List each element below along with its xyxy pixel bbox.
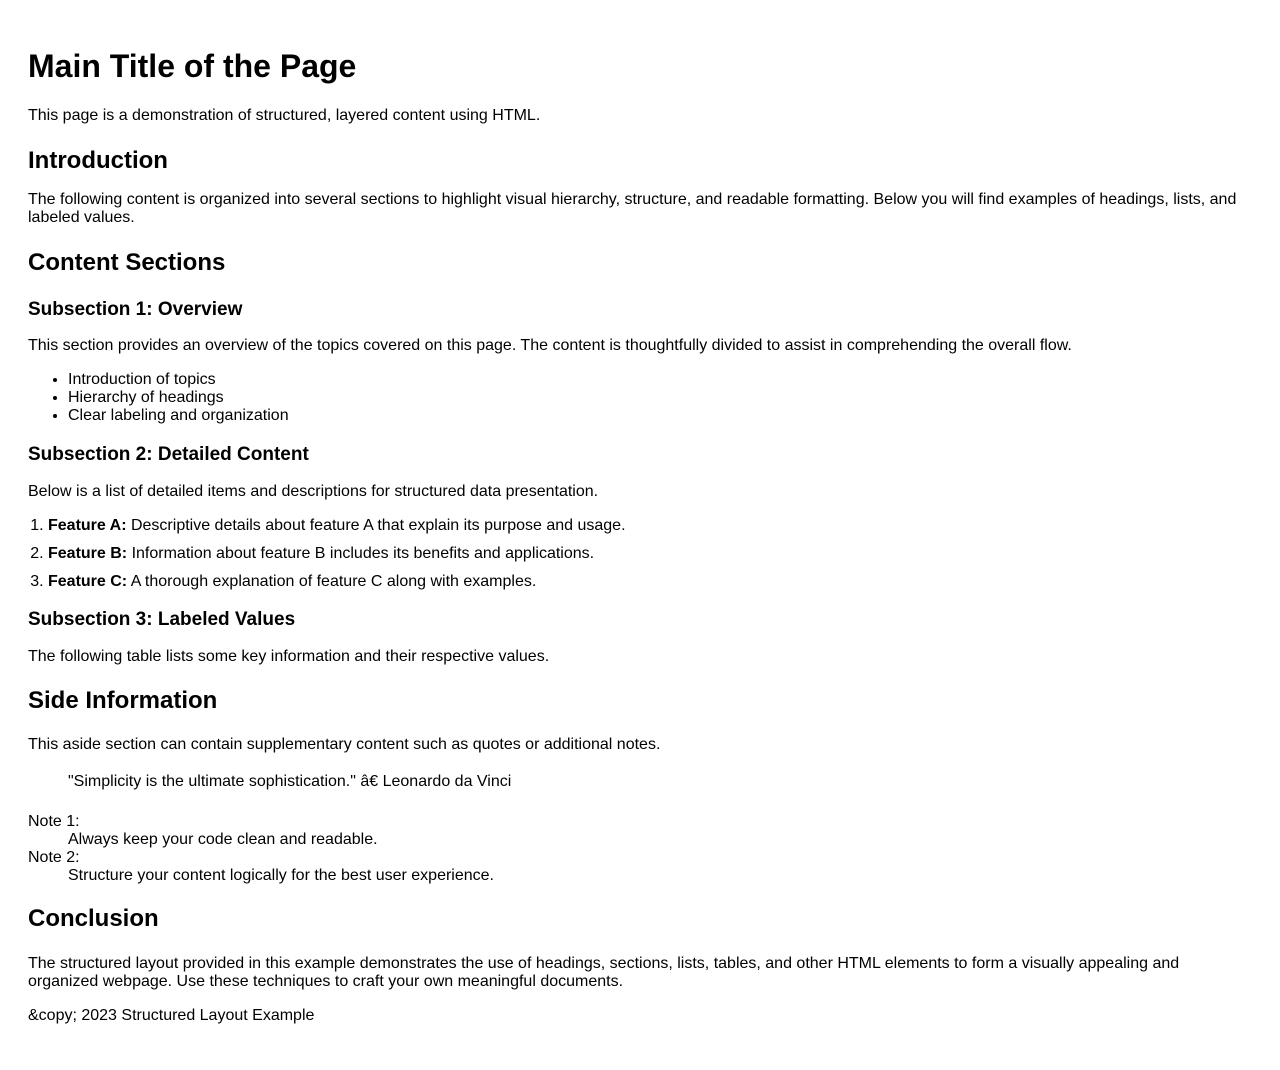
feature-text: Descriptive details about feature A that… xyxy=(126,517,626,534)
conclusion-section: Conclusion The structured layout provide… xyxy=(28,905,1252,991)
feature-label: Feature A: xyxy=(48,517,127,534)
subsection-labeled-values: Subsection 3: Labeled Values The followi… xyxy=(28,609,1252,666)
list-item: Clear labeling and organization xyxy=(68,407,1252,425)
side-information-text: This aside section can contain supplemen… xyxy=(28,736,661,753)
feature-item: Feature B: Information about feature B i… xyxy=(48,545,1252,563)
page-subtitle: This page is a demonstration of structur… xyxy=(28,107,541,124)
note-term: Note 1: xyxy=(28,813,80,830)
subsection-overview-text: This section provides an overview of the… xyxy=(28,337,1072,354)
subsection-overview: Subsection 1: Overview This section prov… xyxy=(28,299,1252,425)
subsection-labeled-values-heading: Subsection 3: Labeled Values xyxy=(28,609,296,630)
footer-text: &copy; 2023 Structured Layout Example xyxy=(28,1007,315,1024)
conclusion-text: The structured layout provided in this e… xyxy=(28,955,1180,990)
side-information-heading: Side Information xyxy=(28,687,218,714)
feature-list: Feature A: Descriptive details about fea… xyxy=(28,517,1252,591)
page-title: Main Title of the Page xyxy=(28,48,357,84)
feature-item: Feature C: A thorough explanation of fea… xyxy=(48,573,1252,591)
note-description: Always keep your code clean and readable… xyxy=(68,831,378,848)
list-item: Hierarchy of headings xyxy=(68,389,1252,407)
feature-label: Feature B: xyxy=(48,545,128,562)
conclusion-heading: Conclusion xyxy=(28,905,159,932)
subsection-detailed-heading: Subsection 2: Detailed Content xyxy=(28,444,309,465)
list-item: Introduction of topics xyxy=(68,371,1252,389)
feature-item: Feature A: Descriptive details about fea… xyxy=(48,517,1252,535)
subsection-detailed-text: Below is a list of detailed items and de… xyxy=(28,483,599,500)
introduction-heading: Introduction xyxy=(28,147,168,174)
page-header: Main Title of the Page This page is a de… xyxy=(28,0,1252,125)
overview-list: Introduction of topics Hierarchy of head… xyxy=(28,371,1252,425)
page: Main Title of the Page This page is a de… xyxy=(0,0,1280,1025)
note-term: Note 2: xyxy=(28,849,80,866)
content-sections: Content Sections Subsection 1: Overview … xyxy=(28,249,1252,666)
quote: "Simplicity is the ultimate sophisticati… xyxy=(68,773,512,790)
subsection-overview-heading: Subsection 1: Overview xyxy=(28,299,243,320)
subsection-detailed: Subsection 2: Detailed Content Below is … xyxy=(28,444,1252,591)
content-sections-heading: Content Sections xyxy=(28,249,226,276)
feature-text: Information about feature B includes its… xyxy=(127,545,595,562)
note-description: Structure your content logically for the… xyxy=(68,867,494,884)
feature-text: A thorough explanation of feature C alon… xyxy=(127,573,537,590)
page-footer: &copy; 2023 Structured Layout Example xyxy=(28,1007,1252,1025)
introduction-text: The following content is organized into … xyxy=(28,191,1237,226)
notes-list: Note 1: Always keep your code clean and … xyxy=(28,813,1252,885)
side-information: Side Information This aside section can … xyxy=(28,687,1252,885)
subsection-labeled-values-text: The following table lists some key infor… xyxy=(28,648,550,665)
feature-label: Feature C: xyxy=(48,573,128,590)
introduction-section: Introduction The following content is or… xyxy=(28,147,1252,227)
